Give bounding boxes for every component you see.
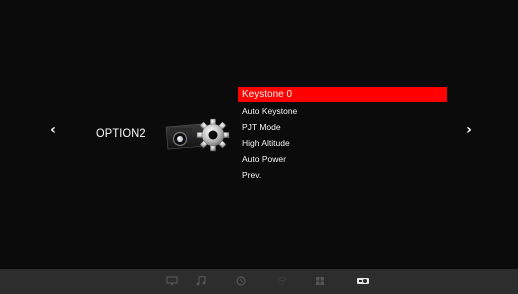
menu-item[interactable]: Auto Keystone: [238, 103, 447, 119]
menu-item-selected[interactable]: Keystone 0: [238, 87, 447, 102]
next-arrow-button[interactable]: ›: [462, 122, 476, 138]
option-menu: Keystone 0 Auto Keystone PJT Mode High Alti…: [238, 87, 447, 183]
menu-item[interactable]: Auto Power: [238, 151, 447, 167]
monitor-icon[interactable]: [163, 273, 181, 289]
projector-settings-icon[interactable]: [354, 273, 372, 289]
menu-item[interactable]: PJT Mode: [238, 119, 447, 135]
apps-grid-icon[interactable]: [311, 273, 329, 289]
projector-gear-icon: [162, 114, 232, 156]
wifi-icon[interactable]: [273, 273, 291, 289]
prev-arrow-button[interactable]: ‹: [46, 122, 60, 138]
music-icon[interactable]: [192, 273, 210, 289]
menu-item[interactable]: Prev.: [238, 167, 447, 183]
bottom-bar: [0, 269, 518, 294]
section-title: OPTION2: [96, 126, 146, 140]
menu-item[interactable]: High Altitude: [238, 135, 447, 151]
clock-icon[interactable]: [232, 273, 250, 289]
